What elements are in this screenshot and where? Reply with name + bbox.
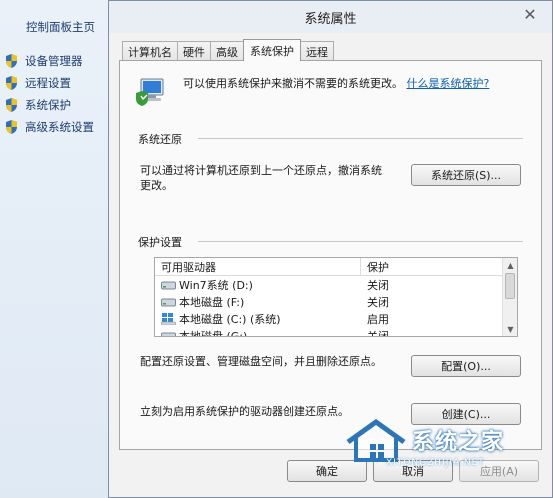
sidebar-item-label: 远程设置	[25, 76, 71, 90]
column-header-drives[interactable]: 可用驱动器	[155, 258, 361, 275]
scroll-thumb[interactable]	[505, 273, 515, 299]
scroll-up-icon[interactable]: ▲	[503, 258, 517, 272]
protection-status: 关闭	[367, 278, 389, 292]
computer-shield-icon	[136, 78, 164, 106]
restore-description: 可以通过将计算机还原到上一个还原点，撤消系统 更改。	[140, 163, 382, 193]
table-row[interactable]: 本地磁盘 (G:) 关闭	[155, 327, 517, 337]
protection-status: 关闭	[367, 329, 389, 337]
watermark-subtitle: XITONGZHIJIA.NET	[386, 458, 485, 468]
group-divider	[198, 138, 523, 139]
drive-name: 本地磁盘 (C:) (系统)	[179, 312, 281, 326]
protection-status: 启用	[367, 312, 389, 326]
sidebar-item-device-manager[interactable]: 设备管理器	[4, 52, 83, 70]
drive-name: 本地磁盘 (F:)	[179, 295, 245, 309]
sidebar-item-advanced-settings[interactable]: 高级系统设置	[4, 118, 94, 136]
shield-icon	[6, 120, 17, 134]
table-row[interactable]: 本地磁盘 (F:) 关闭	[155, 293, 517, 310]
close-icon: ✕	[523, 5, 537, 24]
shield-icon	[6, 76, 17, 90]
drive-icon	[161, 332, 176, 336]
watermark-title: 系统之家	[412, 430, 505, 455]
restore-text-line: 可以通过将计算机还原到上一个还原点，撤消系统	[140, 164, 382, 177]
what-is-system-protection-link[interactable]: 什么是系统保护?	[407, 77, 490, 90]
list-header: 可用驱动器 保护	[155, 258, 517, 276]
table-row[interactable]: 本地磁盘 (C:) (系统) 启用	[155, 310, 517, 327]
drive-name: 本地磁盘 (G:)	[179, 329, 248, 337]
sidebar-item-remote-settings[interactable]: 远程设置	[4, 74, 71, 92]
system-restore-group-label: 系统还原	[138, 133, 182, 146]
scroll-down-icon[interactable]: ▼	[503, 322, 517, 336]
tab-computer-name[interactable]: 计算机名	[122, 41, 178, 61]
list-scrollbar[interactable]: ▲ ▼	[502, 258, 517, 336]
tab-hardware[interactable]: 硬件	[177, 41, 211, 61]
intro-description: 可以使用系统保护来撤消不需要的系统更改。 什么是系统保护?	[183, 75, 489, 91]
group-divider	[198, 241, 523, 242]
shield-icon	[6, 98, 17, 112]
dialog-titlebar[interactable]: 系统属性 ✕	[109, 1, 552, 33]
sidebar-item-label: 系统保护	[25, 98, 71, 112]
drive-list[interactable]: 可用驱动器 保护 Win7系统 (D:) 关闭 本地磁盘 (F:) 关闭 本地磁…	[154, 257, 518, 337]
system-protection-panel: 可以使用系统保护来撤消不需要的系统更改。 什么是系统保护? 系统还原 可以通过将…	[119, 60, 542, 450]
protection-settings-group-label: 保护设置	[138, 236, 182, 249]
sidebar-item-label: 高级系统设置	[25, 120, 94, 134]
site-watermark: 系统之家 XITONGZHIJIA.NET	[342, 414, 547, 474]
tab-advanced[interactable]: 高级	[210, 41, 244, 61]
tab-remote[interactable]: 远程	[300, 41, 334, 61]
sidebar-item-label: 设备管理器	[25, 54, 83, 68]
drive-name: Win7系统 (D:)	[179, 278, 253, 292]
drive-icon	[161, 298, 176, 306]
tab-system-protection[interactable]: 系统保护	[243, 39, 301, 61]
configure-description: 配置还原设置、管理磁盘空间，并且删除还原点。	[140, 355, 382, 368]
protection-status: 关闭	[367, 295, 389, 309]
house-logo-icon	[346, 418, 406, 462]
restore-text-line: 更改。	[140, 179, 173, 192]
tab-strip: 计算机名 硬件 高级 系统保护 远程	[122, 39, 334, 61]
drive-icon	[161, 281, 176, 289]
configure-button[interactable]: 配置(O)...	[411, 355, 521, 377]
shield-icon	[6, 54, 17, 68]
control-panel-sidebar: 控制面板主页 设备管理器 远程设置 系统保护 高级系统设置	[0, 0, 118, 498]
table-row[interactable]: Win7系统 (D:) 关闭	[155, 276, 517, 293]
dialog-title: 系统属性	[304, 12, 357, 27]
control-panel-home-link[interactable]: 控制面板主页	[26, 19, 95, 35]
intro-text: 可以使用系统保护来撤消不需要的系统更改。	[183, 77, 403, 90]
windows-drive-icon	[161, 312, 176, 325]
sidebar-item-system-protection[interactable]: 系统保护	[4, 96, 71, 114]
close-button[interactable]: ✕	[518, 6, 542, 24]
create-description: 立刻为启用系统保护的驱动器创建还原点。	[140, 405, 349, 418]
system-restore-button[interactable]: 系统还原(S)...	[411, 164, 521, 186]
column-header-protection[interactable]: 保护	[361, 258, 503, 275]
